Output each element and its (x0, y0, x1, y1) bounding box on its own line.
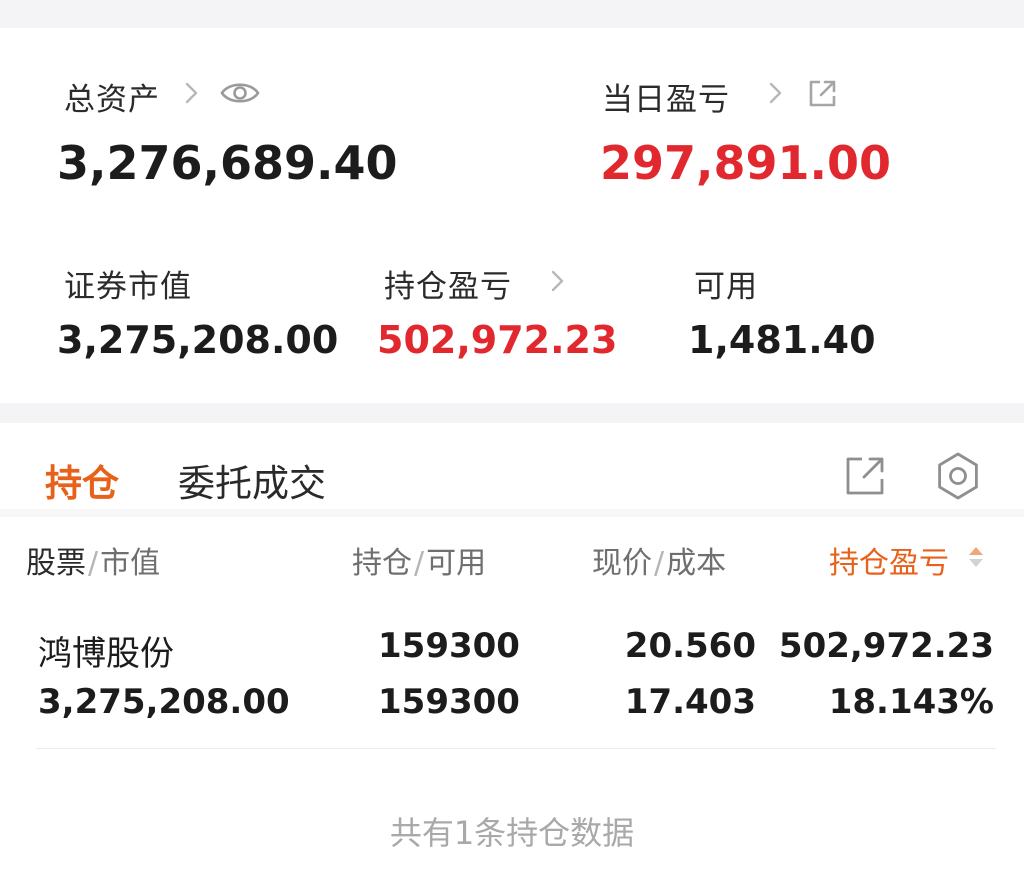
sort-icon[interactable] (966, 544, 986, 570)
chevron-right-icon[interactable] (550, 268, 566, 294)
stock-name: 鸿博股份 (38, 634, 174, 674)
position-pnl: 502,972.23 (778, 626, 994, 666)
available-label: 可用 (694, 269, 758, 305)
gear-icon[interactable] (933, 451, 983, 501)
position-pnl-label[interactable]: 持仓盈亏 (384, 261, 512, 306)
top-band (0, 0, 1024, 28)
position-qty: 159300 (378, 626, 520, 666)
col-pnl-label: 持仓盈亏 (829, 546, 949, 581)
position-pnl-value: 502,972.23 (377, 318, 618, 362)
tab-underline-band (0, 509, 1024, 517)
col-position-header[interactable]: 持仓/可用 (352, 538, 486, 582)
chevron-right-icon[interactable] (768, 80, 784, 106)
col-stock-label: 股票 (26, 546, 86, 581)
col-price-header[interactable]: 现价/成本 (592, 538, 726, 582)
available-value: 1,481.40 (688, 318, 876, 362)
col-market-value-label: 市值 (100, 546, 161, 581)
tab-orders[interactable]: 委托成交 (178, 453, 326, 507)
share-icon[interactable] (842, 453, 888, 499)
total-assets-label[interactable]: 总资产 (64, 74, 160, 119)
section-separator (0, 403, 1024, 423)
col-pnl-header[interactable]: 持仓盈亏 (829, 538, 949, 582)
chevron-right-icon[interactable] (184, 80, 200, 106)
position-pnl-pct: 18.143% (828, 682, 994, 722)
cost-price: 17.403 (624, 682, 756, 722)
eye-icon[interactable] (220, 79, 260, 107)
col-price-label: 现价 (592, 546, 652, 581)
daily-pnl-label[interactable]: 当日盈亏 (602, 74, 730, 119)
col-position-label: 持仓 (352, 546, 412, 581)
col-available-label: 可用 (426, 546, 487, 581)
stock-market-value: 3,275,208.00 (38, 682, 290, 722)
row-divider (36, 748, 996, 749)
total-assets-value: 3,276,689.40 (57, 136, 398, 190)
tab-positions[interactable]: 持仓 (45, 453, 119, 507)
col-stock-header[interactable]: 股票/市值 (26, 538, 160, 582)
daily-pnl-value: 297,891.00 (600, 136, 892, 190)
positions-count-footer: 共有1条持仓数据 (389, 814, 635, 852)
col-cost-label: 成本 (666, 546, 727, 581)
market-value-label: 证券市值 (64, 269, 192, 305)
market-value-value: 3,275,208.00 (57, 318, 339, 362)
external-link-icon[interactable] (806, 78, 838, 110)
current-price: 20.560 (624, 626, 756, 666)
available-qty: 159300 (378, 682, 520, 722)
